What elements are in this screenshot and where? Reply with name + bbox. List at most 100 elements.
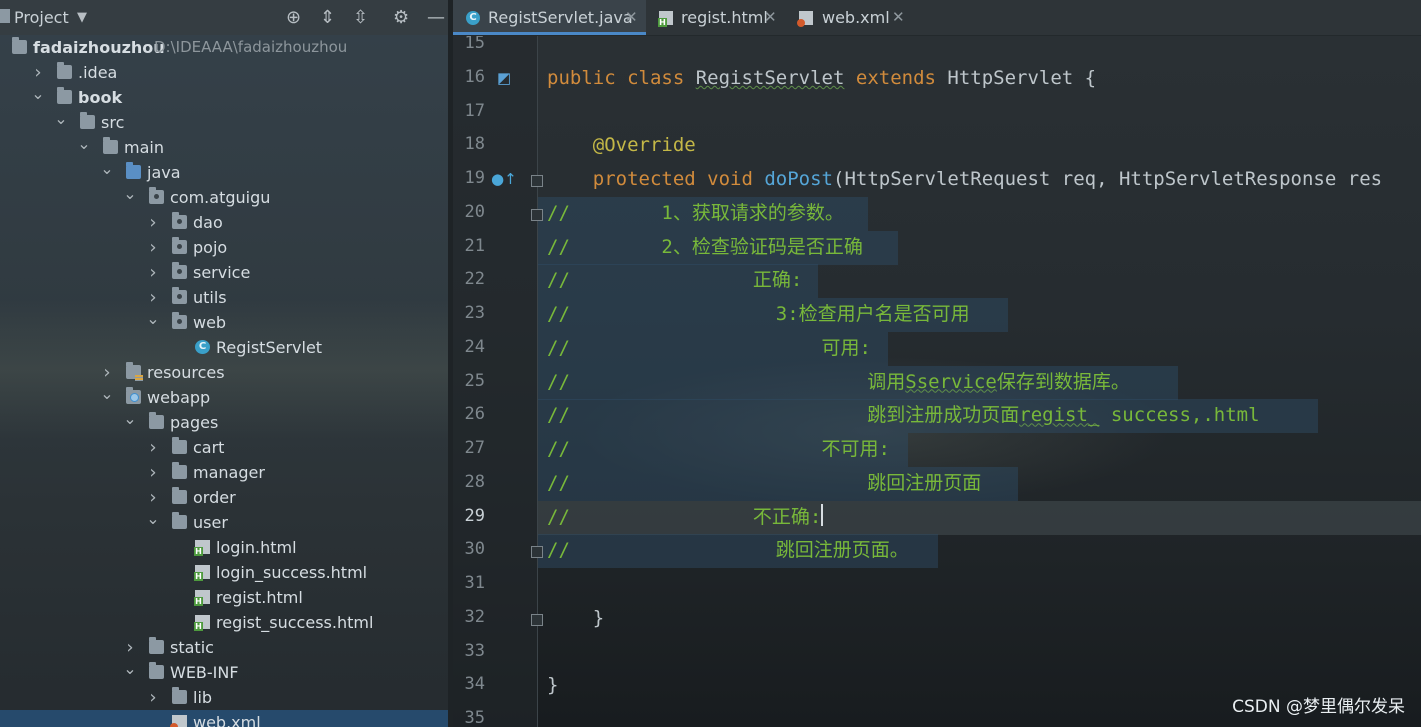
dropdown-chevron-icon[interactable]: ▼ bbox=[77, 10, 87, 25]
fold-marker-icon[interactable] bbox=[531, 546, 543, 559]
chevron-right-icon[interactable]: › bbox=[146, 235, 160, 260]
tree-item[interactable]: › resources bbox=[0, 360, 448, 385]
tree-item-label: utils bbox=[193, 288, 227, 307]
project-panel-title[interactable]: Project bbox=[14, 8, 69, 27]
tree-item[interactable]: › utils bbox=[0, 285, 448, 310]
tab-label: regist.html bbox=[681, 8, 768, 27]
tree-item[interactable]: regist_success.html bbox=[0, 610, 448, 635]
servlet-run-icon[interactable]: ◩ bbox=[497, 69, 511, 87]
code-line[interactable]: // 正确: bbox=[547, 266, 802, 294]
fold-marker-icon[interactable] bbox=[531, 175, 543, 187]
tree-item[interactable]: login_success.html bbox=[0, 560, 448, 585]
chevron-down-icon[interactable]: ⌄ bbox=[31, 81, 45, 106]
code-line[interactable]: public class RegistServlet extends HttpS… bbox=[547, 64, 1096, 92]
tree-item-label: resources bbox=[147, 363, 225, 382]
locate-icon[interactable]: ⊕ bbox=[286, 7, 301, 28]
tree-item[interactable]: C RegistServlet bbox=[0, 335, 448, 360]
code-line[interactable]: protected void doPost(HttpServletRequest… bbox=[547, 165, 1382, 193]
code-line[interactable]: // 2、检查验证码是否正确 bbox=[547, 233, 863, 261]
chevron-down-icon[interactable]: ⌄ bbox=[77, 131, 91, 156]
code-line[interactable]: // 3:检查用户名是否可用 bbox=[547, 300, 970, 328]
chevron-down-icon[interactable]: ⌄ bbox=[146, 506, 160, 531]
package-icon bbox=[172, 237, 187, 254]
tree-item-label: book bbox=[78, 88, 123, 107]
tree-item[interactable]: ⌄ com.atguigu bbox=[0, 184, 448, 210]
chevron-down-icon[interactable]: ⌄ bbox=[100, 156, 114, 181]
tree-item[interactable]: ⌄ WEB-INF bbox=[0, 659, 448, 685]
java-class-icon: C bbox=[466, 11, 480, 25]
code-line[interactable]: // 不正确: bbox=[547, 503, 824, 531]
code-line[interactable]: } bbox=[547, 604, 604, 632]
tree-item[interactable]: ⌄ web bbox=[0, 309, 448, 335]
chevron-right-icon[interactable]: › bbox=[146, 435, 160, 460]
tree-item-label: com.atguigu bbox=[170, 188, 271, 207]
code-line[interactable]: @Override bbox=[547, 131, 696, 159]
code-line[interactable]: // 跳回注册页面 bbox=[547, 469, 981, 497]
override-method-icon[interactable]: ●↑ bbox=[491, 170, 517, 188]
close-icon[interactable]: ✕ bbox=[625, 0, 638, 35]
code-token: HttpServlet { bbox=[947, 66, 1097, 89]
code-line[interactable]: // 调用Sservice保存到数据库。 bbox=[547, 368, 1130, 396]
close-icon[interactable]: ✕ bbox=[892, 0, 905, 35]
tree-item[interactable]: ⌄ main bbox=[0, 134, 448, 160]
chevron-down-icon[interactable]: ⌄ bbox=[123, 656, 137, 681]
line-number: 29 bbox=[464, 505, 485, 526]
code-line[interactable]: // 不可用: bbox=[547, 435, 890, 463]
tree-item-label: lib bbox=[193, 688, 213, 707]
module-folder-icon bbox=[57, 87, 72, 104]
tree-item[interactable]: regist.html bbox=[0, 585, 448, 610]
project-view-icon[interactable] bbox=[0, 9, 10, 23]
code-line[interactable]: // 跳到注册成功页面regist_ success,.html bbox=[547, 401, 1260, 429]
tree-item[interactable]: ⌄ pages bbox=[0, 409, 448, 435]
chevron-down-icon[interactable]: ⌄ bbox=[54, 106, 68, 131]
fold-marker-icon[interactable] bbox=[531, 208, 543, 221]
code-line[interactable]: // 跳回注册页面。 bbox=[547, 536, 909, 564]
code-editor[interactable]: 15 16 17 18 19 20 21 22 23 24 25 26 27 28 29 30 31 32 33 34… bbox=[453, 36, 1421, 727]
fold-marker-icon[interactable] bbox=[531, 613, 543, 626]
tree-item[interactable]: › service bbox=[0, 260, 448, 285]
tree-item[interactable]: › static bbox=[0, 635, 448, 660]
tree-item[interactable]: › order bbox=[0, 485, 448, 510]
code-line[interactable]: // 1、获取请求的参数。 bbox=[547, 199, 844, 227]
tree-item[interactable]: ⌄ user bbox=[0, 509, 448, 535]
line-number: 34 bbox=[464, 674, 485, 695]
tree-item-label: regist.html bbox=[216, 588, 303, 607]
tree-item[interactable]: › manager bbox=[0, 460, 448, 485]
tree-item[interactable]: ⌄ webapp bbox=[0, 384, 448, 410]
chevron-down-icon[interactable]: ⌄ bbox=[123, 406, 137, 431]
tab-label: web.xml bbox=[822, 8, 890, 27]
tree-item[interactable]: › dao bbox=[0, 210, 448, 235]
tree-item[interactable]: fadaizhouzhou D:\IDEAAA\fadaizhouzhou bbox=[0, 35, 448, 60]
chevron-down-icon[interactable]: ⌄ bbox=[146, 306, 160, 331]
tab-registservlet-java[interactable]: C RegistServlet.java ✕ bbox=[453, 0, 646, 35]
chevron-right-icon[interactable]: › bbox=[146, 460, 160, 485]
tree-item[interactable]: › pojo bbox=[0, 235, 448, 260]
chevron-down-icon[interactable]: ⌄ bbox=[123, 181, 137, 206]
minimize-icon[interactable]: — bbox=[427, 7, 445, 28]
tree-item-label: pojo bbox=[193, 238, 228, 257]
tree-item[interactable]: ⌄ src bbox=[0, 109, 448, 135]
chevron-right-icon[interactable]: › bbox=[146, 210, 160, 235]
tree-item[interactable]: web.xml bbox=[0, 710, 448, 727]
chevron-right-icon[interactable]: › bbox=[146, 685, 160, 710]
chevron-right-icon[interactable]: › bbox=[146, 260, 160, 285]
tree-item[interactable]: ⌄ java bbox=[0, 159, 448, 185]
code-token: // 正确: bbox=[547, 269, 803, 292]
close-icon[interactable]: ✕ bbox=[764, 0, 777, 35]
tree-item[interactable]: login.html bbox=[0, 535, 448, 560]
chevron-down-icon[interactable]: ⌄ bbox=[100, 381, 114, 406]
expand-all-icon[interactable]: ⇕ bbox=[320, 7, 335, 28]
editor-tab-bar: C RegistServlet.java ✕ regist.html ✕ web… bbox=[453, 0, 1421, 36]
tab-regist-html[interactable]: regist.html ✕ bbox=[647, 0, 787, 35]
package-icon bbox=[172, 262, 187, 279]
tree-item[interactable]: › lib bbox=[0, 685, 448, 710]
gear-icon[interactable]: ⚙ bbox=[393, 7, 409, 28]
code-token: protected void bbox=[592, 168, 765, 190]
code-line[interactable]: } bbox=[547, 671, 558, 699]
tree-item[interactable]: › .idea bbox=[0, 60, 448, 85]
package-icon bbox=[172, 287, 187, 304]
tab-web-xml[interactable]: web.xml ✕ bbox=[787, 0, 917, 35]
code-line[interactable]: // 可用: bbox=[547, 334, 871, 362]
tree-item[interactable]: › cart bbox=[0, 435, 448, 460]
collapse-all-icon[interactable]: ⇳ bbox=[353, 7, 368, 28]
